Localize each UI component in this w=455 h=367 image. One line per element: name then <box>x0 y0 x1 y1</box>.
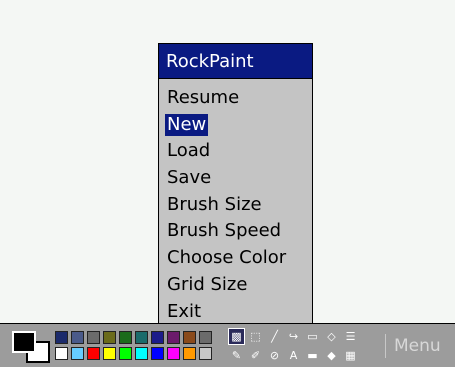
foreground-color-swatch[interactable] <box>12 331 36 353</box>
color-palette <box>55 331 212 360</box>
current-colors[interactable] <box>12 331 52 363</box>
palette-swatch[interactable] <box>103 331 116 344</box>
palette-swatch[interactable] <box>119 347 132 360</box>
filled-rectangle-icon[interactable]: ▬ <box>304 347 321 364</box>
bottom-toolbar: ▩ ⬚ ╱ ↪ ▭ ◇ ☰ ✎ ✐ ⊘ A ▬ ◆ ▦ Menu <box>0 323 455 367</box>
menu-item-choose-color[interactable]: Choose Color <box>159 245 312 272</box>
menu-title: RockPaint <box>159 44 312 79</box>
tool-palette: ▩ ⬚ ╱ ↪ ▭ ◇ ☰ ✎ ✐ ⊘ A ▬ ◆ ▦ <box>228 328 359 364</box>
filled-diamond-icon[interactable]: ◆ <box>323 347 340 364</box>
menu-button[interactable]: Menu <box>385 334 441 358</box>
line-icon[interactable]: ╱ <box>266 328 283 345</box>
palette-swatch[interactable] <box>55 331 68 344</box>
palette-swatch[interactable] <box>135 331 148 344</box>
palette-swatch[interactable] <box>87 331 100 344</box>
filled-gradient-icon[interactable]: ▦ <box>342 347 359 364</box>
brush-icon[interactable]: ✎ <box>228 347 245 364</box>
menu-item-grid-size[interactable]: Grid Size <box>159 272 312 299</box>
palette-swatch[interactable] <box>199 331 212 344</box>
palette-swatch[interactable] <box>135 347 148 360</box>
palette-swatch[interactable] <box>119 331 132 344</box>
gradient-icon[interactable]: ☰ <box>342 328 359 345</box>
menu-item-load[interactable]: Load <box>159 138 312 165</box>
palette-swatch[interactable] <box>199 347 212 360</box>
select-rect-icon[interactable]: ⬚ <box>247 328 264 345</box>
menu-item-brush-size[interactable]: Brush Size <box>159 192 312 219</box>
palette-swatch[interactable] <box>183 331 196 344</box>
palette-swatch[interactable] <box>167 347 180 360</box>
menu-item-save[interactable]: Save <box>159 165 312 192</box>
palette-swatch[interactable] <box>167 331 180 344</box>
menu-items: Resume New Load Save Brush Size Brush Sp… <box>159 85 312 325</box>
palette-swatch[interactable] <box>151 347 164 360</box>
palette-swatch[interactable] <box>55 347 68 360</box>
diamond-icon[interactable]: ◇ <box>323 328 340 345</box>
rectangle-icon[interactable]: ▭ <box>304 328 321 345</box>
curve-icon[interactable]: ↪ <box>285 328 302 345</box>
palette-swatch[interactable] <box>71 331 84 344</box>
main-menu: RockPaint Resume New Load Save Brush Siz… <box>158 43 313 324</box>
menu-item-exit[interactable]: Exit <box>159 299 312 326</box>
color-picker-icon[interactable]: ✐ <box>247 347 264 364</box>
text-icon[interactable]: A <box>285 347 302 364</box>
palette-swatch[interactable] <box>151 331 164 344</box>
palette-swatch[interactable] <box>103 347 116 360</box>
palette-swatch[interactable] <box>71 347 84 360</box>
fill-pattern-icon[interactable]: ▩ <box>228 328 245 345</box>
menu-item-new[interactable]: New <box>159 112 312 139</box>
palette-swatch[interactable] <box>183 347 196 360</box>
palette-swatch[interactable] <box>87 347 100 360</box>
eraser-icon[interactable]: ⊘ <box>266 347 283 364</box>
rockpaint-app: RockPaint Resume New Load Save Brush Siz… <box>0 0 455 367</box>
menu-item-resume[interactable]: Resume <box>159 85 312 112</box>
menu-item-brush-speed[interactable]: Brush Speed <box>159 218 312 245</box>
